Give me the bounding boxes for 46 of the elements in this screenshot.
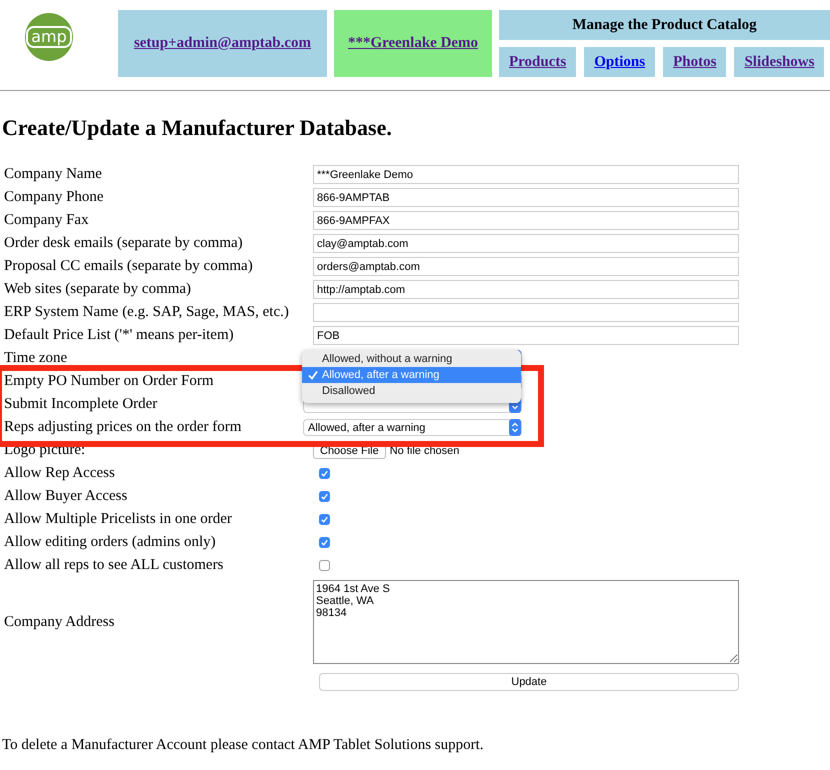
text-field[interactable] (313, 303, 739, 322)
field-label: Submit Incomplete Order (4, 396, 158, 413)
field-label: Company Name (4, 166, 103, 183)
check-icon (308, 370, 318, 380)
menu-option[interactable]: Allowed, after a warning (302, 367, 521, 383)
nav-link[interactable]: Products (499, 47, 576, 77)
update-button[interactable]: Update (319, 673, 739, 691)
checkbox[interactable] (319, 514, 330, 525)
field-label: Company Phone (4, 189, 105, 206)
field-label: Allow editing orders (admins only) (4, 534, 217, 551)
field-label: Allow Buyer Access (4, 488, 128, 505)
field-label: Allow all reps to see ALL customers (4, 557, 224, 574)
catalog-title: Manage the Product Catalog (499, 10, 830, 40)
nav-link[interactable]: Photos (663, 47, 726, 77)
text-field[interactable]: clay@amptab.com (313, 234, 739, 253)
checkbox[interactable] (319, 491, 330, 502)
checkbox[interactable] (319, 560, 330, 571)
address-textarea[interactable]: 1964 1st Ave S Seattle, WA 98134 (313, 580, 739, 664)
field-label: Time zone (4, 350, 68, 367)
text-field[interactable]: ***Greenlake Demo (313, 165, 739, 184)
text-field[interactable]: http://amptab.com (313, 280, 739, 299)
text-field[interactable]: orders@amptab.com (313, 257, 739, 276)
checkbox[interactable] (319, 468, 330, 479)
dropdown-select[interactable]: Allowed, after a warning (303, 419, 522, 436)
menu-option[interactable]: Disallowed (302, 383, 521, 399)
footer-note: To delete a Manufacturer Account please contact AMP Tablet Solutions support. (2, 737, 485, 754)
field-label: Empty PO Number on Order Form (4, 373, 215, 390)
field-label: Order desk emails (separate by comma) (4, 235, 244, 252)
text-field[interactable]: FOB (313, 326, 739, 345)
checkbox[interactable] (319, 537, 330, 548)
field-label: Proposal CC emails (separate by comma) (4, 258, 254, 275)
page-title: Create/Update a Manufacturer Database. (2, 115, 393, 141)
field-label: Default Price List ('*' means per-item) (4, 327, 235, 344)
field-label: ERP System Name (e.g. SAP, Sage, MAS, etc.) (4, 304, 290, 321)
nav-link[interactable]: Slideshows (734, 47, 824, 77)
field-label: Allow Rep Access (4, 465, 116, 482)
stepper-caret-icon (509, 419, 521, 436)
text-field[interactable]: 866-9AMPFAX (313, 211, 739, 230)
menu-option[interactable]: Allowed, without a warning (302, 351, 521, 367)
field-label: Allow Multiple Pricelists in one order (4, 511, 233, 528)
nav-link[interactable]: Options (584, 47, 656, 77)
text-field[interactable]: 866-9AMPTAB (313, 188, 739, 207)
field-label: Company Fax (4, 212, 90, 229)
field-label: Company Address (4, 614, 116, 630)
field-label: Web sites (separate by comma) (4, 281, 192, 298)
amp-logo: amp (25, 13, 73, 61)
